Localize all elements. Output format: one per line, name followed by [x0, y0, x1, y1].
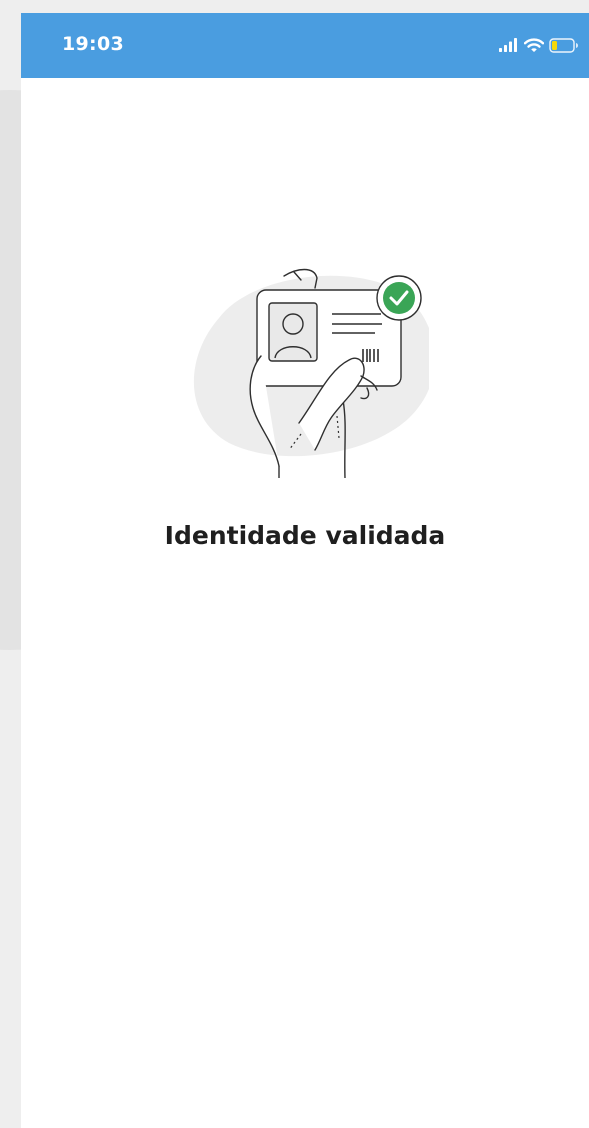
wifi-icon [524, 37, 544, 52]
card-photo [268, 302, 318, 362]
app-screen: 19:03 Identidade validada [21, 13, 589, 1128]
status-bar: 19:03 [21, 13, 589, 78]
status-icons [499, 35, 579, 55]
signal-icon [499, 38, 517, 52]
id-card-validated-illustration [193, 268, 429, 478]
status-time: 19:03 [62, 33, 124, 55]
page-title: Identidade validada [164, 521, 446, 550]
battery-icon [549, 37, 578, 53]
